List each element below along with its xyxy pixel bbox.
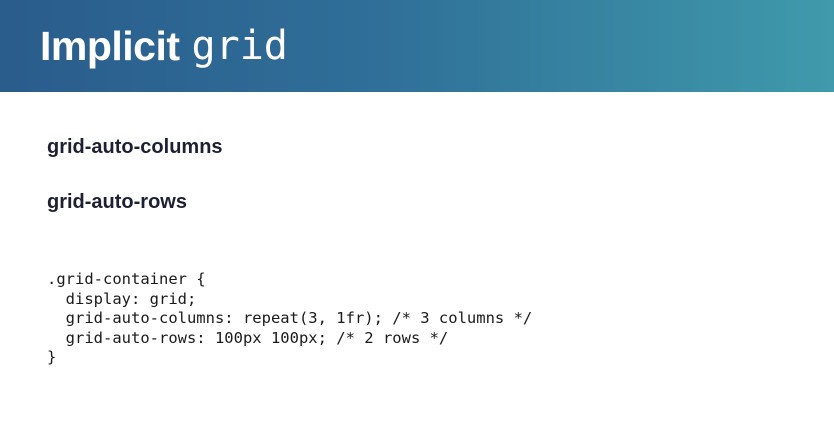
title-code: grid <box>191 23 288 69</box>
property-grid-auto-columns: grid-auto-columns <box>47 136 223 158</box>
property-grid-auto-rows: grid-auto-rows <box>47 191 187 213</box>
code-line: grid-auto-rows: 100px 100px; /* 2 rows *… <box>47 328 449 347</box>
code-block: .grid-container { display: grid; grid-au… <box>47 270 532 368</box>
code-line: } <box>47 348 57 366</box>
title-word: Implicit <box>40 22 180 69</box>
code-line: grid-auto-columns: repeat(3, 1fr); /* 3 … <box>47 309 533 327</box>
code-line: display: grid; <box>47 289 197 308</box>
property-list: grid-auto-columns grid-auto-rows <box>47 133 223 243</box>
slide-title: Implicit grid <box>40 18 288 74</box>
code-line: .grid-container { <box>47 270 206 288</box>
slide-header: Implicit grid <box>0 0 834 92</box>
